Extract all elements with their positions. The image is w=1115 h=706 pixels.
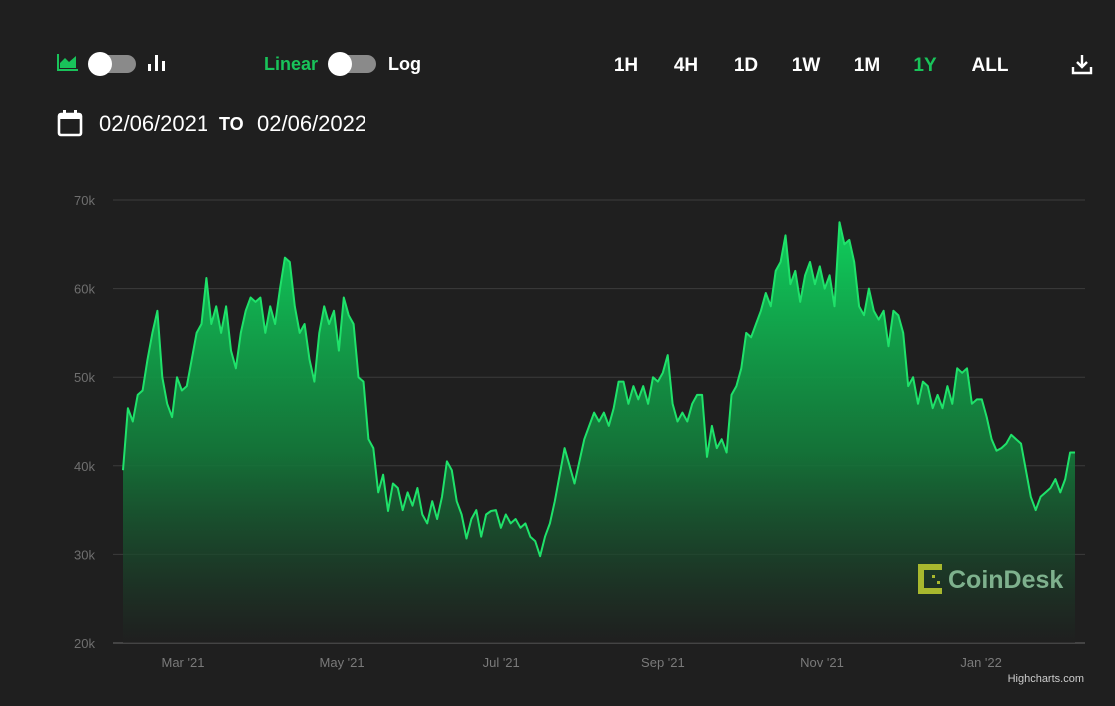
price-area bbox=[123, 222, 1075, 643]
x-tick-label: May '21 bbox=[320, 655, 365, 670]
y-tick-label: 60k bbox=[74, 282, 95, 297]
price-chart: 20k 30k 40k 50k 60k 70k Mar '21 May '21 Jul '21… bbox=[74, 193, 1085, 685]
highcharts-credit[interactable]: Highcharts.com bbox=[1008, 673, 1084, 685]
x-tick-label: Sep '21 bbox=[641, 655, 685, 670]
y-tick-label: 50k bbox=[74, 370, 95, 385]
x-tick-label: Mar '21 bbox=[162, 655, 205, 670]
x-tick-label: Jan '22 bbox=[960, 655, 1002, 670]
y-tick-label: 70k bbox=[74, 193, 95, 208]
y-tick-label: 40k bbox=[74, 459, 95, 474]
watermark-text: CoinDesk bbox=[948, 566, 1063, 594]
x-tick-label: Nov '21 bbox=[800, 655, 844, 670]
y-tick-label: 20k bbox=[74, 636, 95, 651]
x-tick-label: Jul '21 bbox=[483, 655, 520, 670]
y-tick-label: 30k bbox=[74, 547, 95, 562]
